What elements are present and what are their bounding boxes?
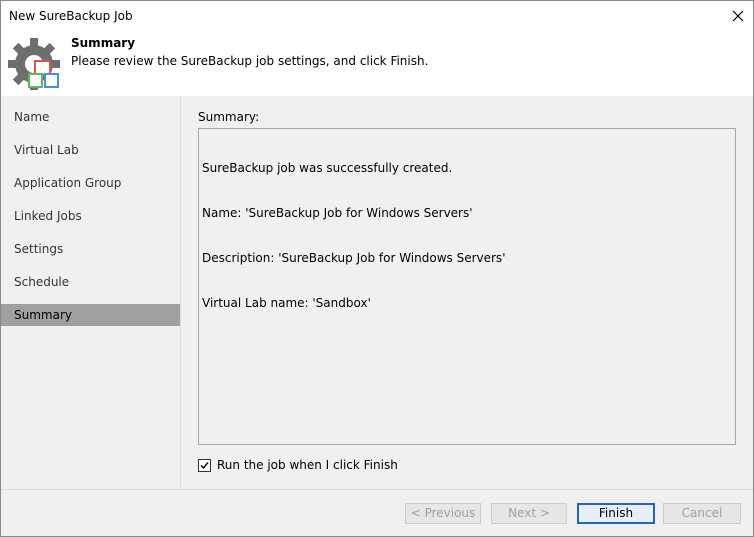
checkmark-icon	[200, 462, 209, 470]
step-name[interactable]: Name	[1, 106, 180, 128]
step-summary[interactable]: Summary	[1, 304, 180, 326]
next-button[interactable]: Next >	[491, 503, 567, 524]
step-settings[interactable]: Settings	[1, 238, 180, 260]
close-icon	[732, 10, 744, 22]
page-subtitle: Please review the SureBackup job setting…	[71, 54, 429, 68]
title-bar: New SureBackup Job	[1, 1, 753, 32]
wizard-header: Summary Please review the SureBackup job…	[1, 32, 753, 96]
close-button[interactable]	[723, 1, 753, 32]
run-job-checkbox[interactable]	[198, 459, 211, 472]
run-job-label: Run the job when I click Finish	[217, 458, 398, 472]
summary-line: Description: 'SureBackup Job for Windows…	[202, 251, 506, 265]
finish-button[interactable]: Finish	[577, 503, 655, 524]
cancel-button[interactable]: Cancel	[663, 503, 741, 524]
step-linked-jobs[interactable]: Linked Jobs	[1, 205, 180, 227]
summary-line: SureBackup job was successfully created.	[202, 161, 453, 175]
wizard-footer: < Previous Next > Finish Cancel	[1, 489, 753, 536]
wizard-window: New SureBackup Job Summary Please review…	[0, 0, 754, 537]
summary-line: Virtual Lab name: 'Sandbox'	[202, 296, 371, 310]
summary-panel: Summary: SureBackup job was successfully…	[181, 96, 753, 489]
summary-label: Summary:	[198, 110, 260, 124]
previous-button[interactable]: < Previous	[405, 503, 481, 524]
step-application-group[interactable]: Application Group	[1, 172, 180, 194]
window-title: New SureBackup Job	[9, 9, 133, 23]
step-virtual-lab[interactable]: Virtual Lab	[1, 139, 180, 161]
summary-line: Name: 'SureBackup Job for Windows Server…	[202, 206, 473, 220]
page-title: Summary	[71, 36, 136, 50]
wizard-steps: Name Virtual Lab Application Group Linke…	[1, 96, 181, 489]
step-schedule[interactable]: Schedule	[1, 271, 180, 293]
surebackup-gear-icon	[6, 36, 62, 95]
summary-textbox[interactable]: SureBackup job was successfully created.…	[198, 128, 736, 445]
